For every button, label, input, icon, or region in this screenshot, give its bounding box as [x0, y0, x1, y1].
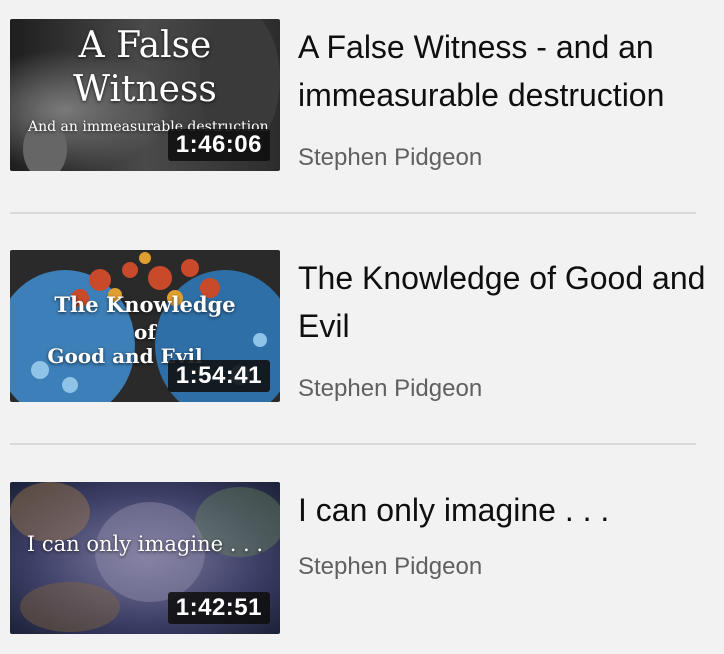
- channel-name[interactable]: Stephen Pidgeon: [298, 552, 482, 582]
- thumbnail-title-line2: Witness: [73, 69, 217, 110]
- duration-badge: 1:42:51: [167, 592, 270, 624]
- video-title[interactable]: A False Witness - and an immeasurable de…: [298, 23, 708, 119]
- video-item[interactable]: I can only imagine . . . 1:42:51 I can o…: [0, 482, 724, 642]
- video-title[interactable]: The Knowledge of Good and Evil: [298, 254, 708, 350]
- video-thumbnail[interactable]: I can only imagine . . . 1:42:51: [10, 482, 280, 634]
- video-list: A False Witness And an immeasurable dest…: [0, 0, 724, 654]
- thumbnail-title-line2: of: [134, 320, 156, 344]
- video-item[interactable]: A False Witness And an immeasurable dest…: [0, 19, 724, 179]
- channel-name[interactable]: Stephen Pidgeon: [298, 143, 482, 173]
- thumbnail-title: I can only imagine . . .: [26, 532, 264, 556]
- duration-badge: 1:46:06: [167, 129, 270, 161]
- channel-name[interactable]: Stephen Pidgeon: [298, 374, 482, 404]
- video-thumbnail[interactable]: The Knowledge of Good and Evil 1:54:41: [10, 250, 280, 402]
- video-title[interactable]: I can only imagine . . .: [298, 486, 708, 534]
- thumbnail-title: The Knowledge: [54, 292, 236, 317]
- divider: [10, 443, 696, 445]
- duration-badge: 1:54:41: [167, 360, 270, 392]
- video-thumbnail[interactable]: A False Witness And an immeasurable dest…: [10, 19, 280, 171]
- divider: [10, 212, 696, 214]
- thumbnail-title: A False: [78, 25, 212, 66]
- video-item[interactable]: The Knowledge of Good and Evil 1:54:41 T…: [0, 250, 724, 410]
